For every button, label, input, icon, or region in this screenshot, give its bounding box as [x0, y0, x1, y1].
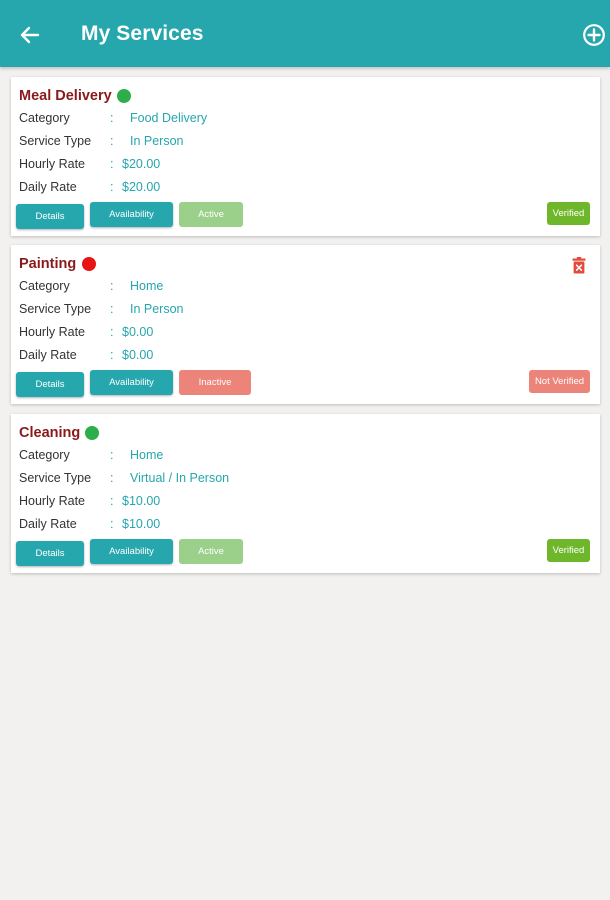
daily-rate-label: Daily Rate [19, 348, 77, 362]
verified-badge: Verified [547, 202, 590, 225]
category-value: Home [130, 448, 164, 462]
hourly-rate-label: Hourly Rate [19, 157, 85, 171]
trash-icon [572, 256, 586, 273]
service-type-value: In Person [130, 134, 184, 148]
page-title: My Services [81, 22, 204, 45]
hourly-rate-value: $0.00 [122, 325, 154, 339]
service-name: Meal Delivery [19, 88, 112, 104]
category-value: Food Delivery [130, 111, 208, 125]
daily-rate-label: Daily Rate [19, 180, 77, 194]
service-type-label: Service Type [19, 134, 92, 148]
status-dot-active [117, 89, 131, 103]
back-button[interactable] [14, 19, 46, 51]
category-label: Category [19, 111, 70, 125]
status-dot-inactive [82, 257, 96, 271]
hourly-rate-value: $10.00 [122, 494, 161, 508]
details-button[interactable]: Details [16, 541, 84, 566]
separator: : [110, 494, 114, 508]
daily-rate-value: $0.00 [122, 348, 154, 362]
separator: : [110, 517, 114, 531]
separator: : [110, 325, 114, 339]
status-dot-active [85, 426, 99, 440]
arrow-left-icon [20, 26, 40, 44]
delete-service-button[interactable] [571, 256, 587, 274]
hourly-rate-label: Hourly Rate [19, 494, 85, 508]
hourly-rate-label: Hourly Rate [19, 325, 85, 339]
daily-rate-value: $10.00 [122, 517, 161, 531]
add-service-button[interactable] [580, 21, 608, 49]
not-verified-badge: Not Verified [529, 370, 590, 393]
separator: : [110, 448, 114, 462]
availability-button[interactable]: Availability [90, 202, 173, 227]
service-name: Cleaning [19, 425, 81, 441]
separator: : [110, 471, 114, 485]
app-bar: My Services [0, 0, 610, 67]
active-status-button[interactable]: Active [179, 539, 243, 564]
service-type-value: In Person [130, 302, 184, 316]
hourly-rate-value: $20.00 [122, 157, 161, 171]
active-status-button[interactable]: Active [179, 202, 243, 227]
availability-button[interactable]: Availability [90, 370, 173, 395]
separator: : [110, 157, 114, 171]
service-type-label: Service Type [19, 302, 92, 316]
availability-button[interactable]: Availability [90, 539, 173, 564]
inactive-status-button[interactable]: Inactive [179, 370, 251, 395]
service-type-value: Virtual / In Person [130, 471, 230, 485]
details-button[interactable]: Details [16, 372, 84, 397]
separator: : [110, 111, 114, 125]
service-type-label: Service Type [19, 471, 92, 485]
service-card: Meal Delivery Category : Food Delivery S… [11, 77, 600, 236]
service-card: Cleaning Category : Home Service Type : … [11, 414, 600, 573]
verified-badge: Verified [547, 539, 590, 562]
separator: : [110, 302, 114, 316]
category-label: Category [19, 448, 70, 462]
separator: : [110, 279, 114, 293]
category-value: Home [130, 279, 164, 293]
separator: : [110, 180, 114, 194]
service-name: Painting [19, 256, 77, 272]
daily-rate-value: $20.00 [122, 180, 161, 194]
separator: : [110, 134, 114, 148]
category-label: Category [19, 279, 70, 293]
separator: : [110, 348, 114, 362]
service-card: Painting Category : Home Service Type : … [11, 245, 600, 404]
details-button[interactable]: Details [16, 204, 84, 229]
daily-rate-label: Daily Rate [19, 517, 77, 531]
plus-circle-icon [583, 24, 605, 46]
